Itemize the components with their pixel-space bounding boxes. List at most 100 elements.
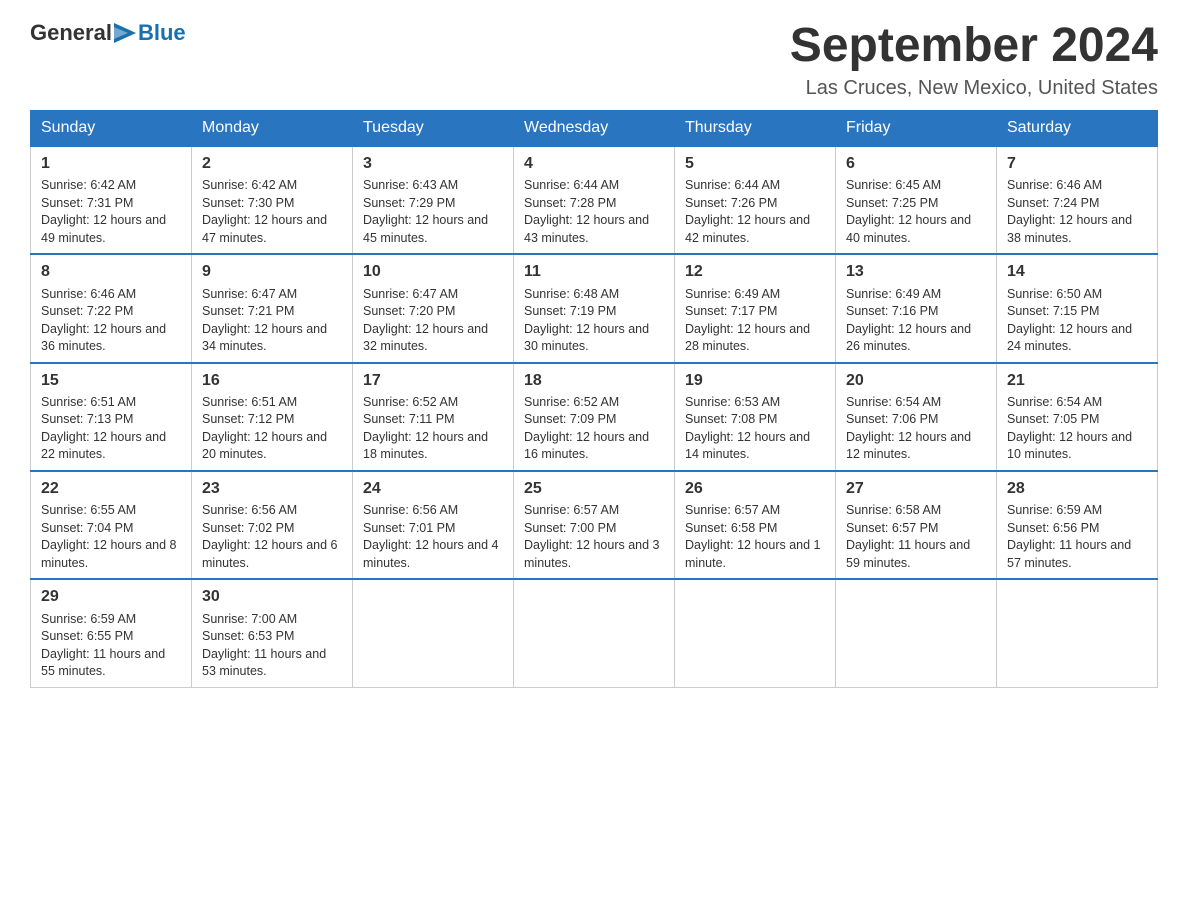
week-row-3: 15Sunrise: 6:51 AM Sunset: 7:13 PM Dayli… <box>31 363 1158 471</box>
location-subtitle: Las Cruces, New Mexico, United States <box>790 77 1158 100</box>
day-info: Sunrise: 6:52 AM Sunset: 7:11 PM Dayligh… <box>363 394 503 464</box>
day-header-monday: Monday <box>192 110 353 146</box>
calendar-cell <box>353 579 514 687</box>
day-info: Sunrise: 6:59 AM Sunset: 6:55 PM Dayligh… <box>41 611 181 681</box>
day-info: Sunrise: 6:48 AM Sunset: 7:19 PM Dayligh… <box>524 286 664 356</box>
day-number: 12 <box>685 261 825 283</box>
day-header-thursday: Thursday <box>675 110 836 146</box>
day-info: Sunrise: 6:49 AM Sunset: 7:16 PM Dayligh… <box>846 286 986 356</box>
day-number: 17 <box>363 370 503 392</box>
day-header-friday: Friday <box>836 110 997 146</box>
day-info: Sunrise: 6:45 AM Sunset: 7:25 PM Dayligh… <box>846 177 986 247</box>
day-info: Sunrise: 6:56 AM Sunset: 7:02 PM Dayligh… <box>202 502 342 572</box>
day-info: Sunrise: 6:56 AM Sunset: 7:01 PM Dayligh… <box>363 502 503 572</box>
day-number: 3 <box>363 153 503 175</box>
day-number: 18 <box>524 370 664 392</box>
week-row-2: 8 Sunrise: 6:46 AM Sunset: 7:22 PM Daylig… <box>31 254 1158 362</box>
day-number: 2 <box>202 153 342 175</box>
day-number: 26 <box>685 478 825 500</box>
day-info: Sunrise: 6:51 AM Sunset: 7:12 PM Dayligh… <box>202 394 342 464</box>
logo-blue-text: Blue <box>138 20 186 46</box>
calendar-cell: 3Sunrise: 6:43 AM Sunset: 7:29 PM Daylig… <box>353 146 514 254</box>
day-number: 21 <box>1007 370 1147 392</box>
day-info: Sunrise: 6:44 AM Sunset: 7:28 PM Dayligh… <box>524 177 664 247</box>
day-number: 4 <box>524 153 664 175</box>
day-info: Sunrise: 6:49 AM Sunset: 7:17 PM Dayligh… <box>685 286 825 356</box>
day-number: 13 <box>846 261 986 283</box>
calendar-cell: 7Sunrise: 6:46 AM Sunset: 7:24 PM Daylig… <box>997 146 1158 254</box>
day-number: 7 <box>1007 153 1147 175</box>
day-info: Sunrise: 6:58 AM Sunset: 6:57 PM Dayligh… <box>846 502 986 572</box>
calendar-cell <box>836 579 997 687</box>
week-row-4: 22Sunrise: 6:55 AM Sunset: 7:04 PM Dayli… <box>31 471 1158 579</box>
day-number: 25 <box>524 478 664 500</box>
day-number: 23 <box>202 478 342 500</box>
calendar-cell: 20Sunrise: 6:54 AM Sunset: 7:06 PM Dayli… <box>836 363 997 471</box>
calendar-cell: 10 Sunrise: 6:47 AM Sunset: 7:20 PM Dayli… <box>353 254 514 362</box>
calendar-cell: 4Sunrise: 6:44 AM Sunset: 7:28 PM Daylig… <box>514 146 675 254</box>
day-info: Sunrise: 6:57 AM Sunset: 6:58 PM Dayligh… <box>685 502 825 572</box>
day-number: 24 <box>363 478 503 500</box>
day-number: 6 <box>846 153 986 175</box>
day-info: Sunrise: 6:54 AM Sunset: 7:05 PM Dayligh… <box>1007 394 1147 464</box>
calendar-cell: 12 Sunrise: 6:49 AM Sunset: 7:17 PM Dayli… <box>675 254 836 362</box>
day-number: 8 <box>41 261 181 283</box>
calendar-cell: 30 Sunrise: 7:00 AM Sunset: 6:53 PM Dayli… <box>192 579 353 687</box>
day-info: Sunrise: 6:57 AM Sunset: 7:00 PM Dayligh… <box>524 502 664 572</box>
day-info: Sunrise: 6:42 AM Sunset: 7:30 PM Dayligh… <box>202 177 342 247</box>
day-info: Sunrise: 6:46 AM Sunset: 7:22 PM Dayligh… <box>41 286 181 356</box>
day-number: 28 <box>1007 478 1147 500</box>
calendar-cell: 21Sunrise: 6:54 AM Sunset: 7:05 PM Dayli… <box>997 363 1158 471</box>
logo-text: General Blue <box>30 20 186 46</box>
calendar-cell <box>997 579 1158 687</box>
calendar-cell: 6Sunrise: 6:45 AM Sunset: 7:25 PM Daylig… <box>836 146 997 254</box>
day-info: Sunrise: 6:47 AM Sunset: 7:20 PM Dayligh… <box>363 286 503 356</box>
day-number: 14 <box>1007 261 1147 283</box>
calendar-cell: 8 Sunrise: 6:46 AM Sunset: 7:22 PM Daylig… <box>31 254 192 362</box>
day-info: Sunrise: 6:54 AM Sunset: 7:06 PM Dayligh… <box>846 394 986 464</box>
day-number: 22 <box>41 478 181 500</box>
calendar-header-row: SundayMondayTuesdayWednesdayThursdayFrid… <box>31 110 1158 146</box>
calendar-cell: 13 Sunrise: 6:49 AM Sunset: 7:16 PM Dayli… <box>836 254 997 362</box>
logo-arrow-icon <box>114 23 136 43</box>
day-info: Sunrise: 6:55 AM Sunset: 7:04 PM Dayligh… <box>41 502 181 572</box>
day-info: Sunrise: 6:53 AM Sunset: 7:08 PM Dayligh… <box>685 394 825 464</box>
calendar-cell: 27Sunrise: 6:58 AM Sunset: 6:57 PM Dayli… <box>836 471 997 579</box>
day-number: 5 <box>685 153 825 175</box>
day-info: Sunrise: 6:51 AM Sunset: 7:13 PM Dayligh… <box>41 394 181 464</box>
day-header-tuesday: Tuesday <box>353 110 514 146</box>
calendar-cell: 16Sunrise: 6:51 AM Sunset: 7:12 PM Dayli… <box>192 363 353 471</box>
day-header-saturday: Saturday <box>997 110 1158 146</box>
week-row-5: 29 Sunrise: 6:59 AM Sunset: 6:55 PM Dayli… <box>31 579 1158 687</box>
day-number: 30 <box>202 586 342 608</box>
calendar-cell: 5Sunrise: 6:44 AM Sunset: 7:26 PM Daylig… <box>675 146 836 254</box>
day-info: Sunrise: 6:43 AM Sunset: 7:29 PM Dayligh… <box>363 177 503 247</box>
logo-blue-part: Blue <box>112 20 186 46</box>
day-number: 27 <box>846 478 986 500</box>
day-info: Sunrise: 6:52 AM Sunset: 7:09 PM Dayligh… <box>524 394 664 464</box>
day-info: Sunrise: 6:47 AM Sunset: 7:21 PM Dayligh… <box>202 286 342 356</box>
day-info: Sunrise: 7:00 AM Sunset: 6:53 PM Dayligh… <box>202 611 342 681</box>
calendar-cell: 17Sunrise: 6:52 AM Sunset: 7:11 PM Dayli… <box>353 363 514 471</box>
calendar-table: SundayMondayTuesdayWednesdayThursdayFrid… <box>30 110 1158 688</box>
day-header-wednesday: Wednesday <box>514 110 675 146</box>
day-number: 9 <box>202 261 342 283</box>
calendar-cell: 23Sunrise: 6:56 AM Sunset: 7:02 PM Dayli… <box>192 471 353 579</box>
day-info: Sunrise: 6:42 AM Sunset: 7:31 PM Dayligh… <box>41 177 181 247</box>
week-row-1: 1Sunrise: 6:42 AM Sunset: 7:31 PM Daylig… <box>31 146 1158 254</box>
day-number: 29 <box>41 586 181 608</box>
calendar-cell: 24Sunrise: 6:56 AM Sunset: 7:01 PM Dayli… <box>353 471 514 579</box>
calendar-cell: 11 Sunrise: 6:48 AM Sunset: 7:19 PM Dayli… <box>514 254 675 362</box>
calendar-cell: 15Sunrise: 6:51 AM Sunset: 7:13 PM Dayli… <box>31 363 192 471</box>
day-number: 11 <box>524 261 664 283</box>
day-info: Sunrise: 6:44 AM Sunset: 7:26 PM Dayligh… <box>685 177 825 247</box>
day-number: 10 <box>363 261 503 283</box>
day-number: 15 <box>41 370 181 392</box>
day-info: Sunrise: 6:46 AM Sunset: 7:24 PM Dayligh… <box>1007 177 1147 247</box>
calendar-cell: 2Sunrise: 6:42 AM Sunset: 7:30 PM Daylig… <box>192 146 353 254</box>
calendar-title: September 2024 <box>790 20 1158 73</box>
header: General Blue September 2024 Las Cruces, … <box>30 20 1158 100</box>
day-number: 19 <box>685 370 825 392</box>
day-number: 1 <box>41 153 181 175</box>
day-header-sunday: Sunday <box>31 110 192 146</box>
